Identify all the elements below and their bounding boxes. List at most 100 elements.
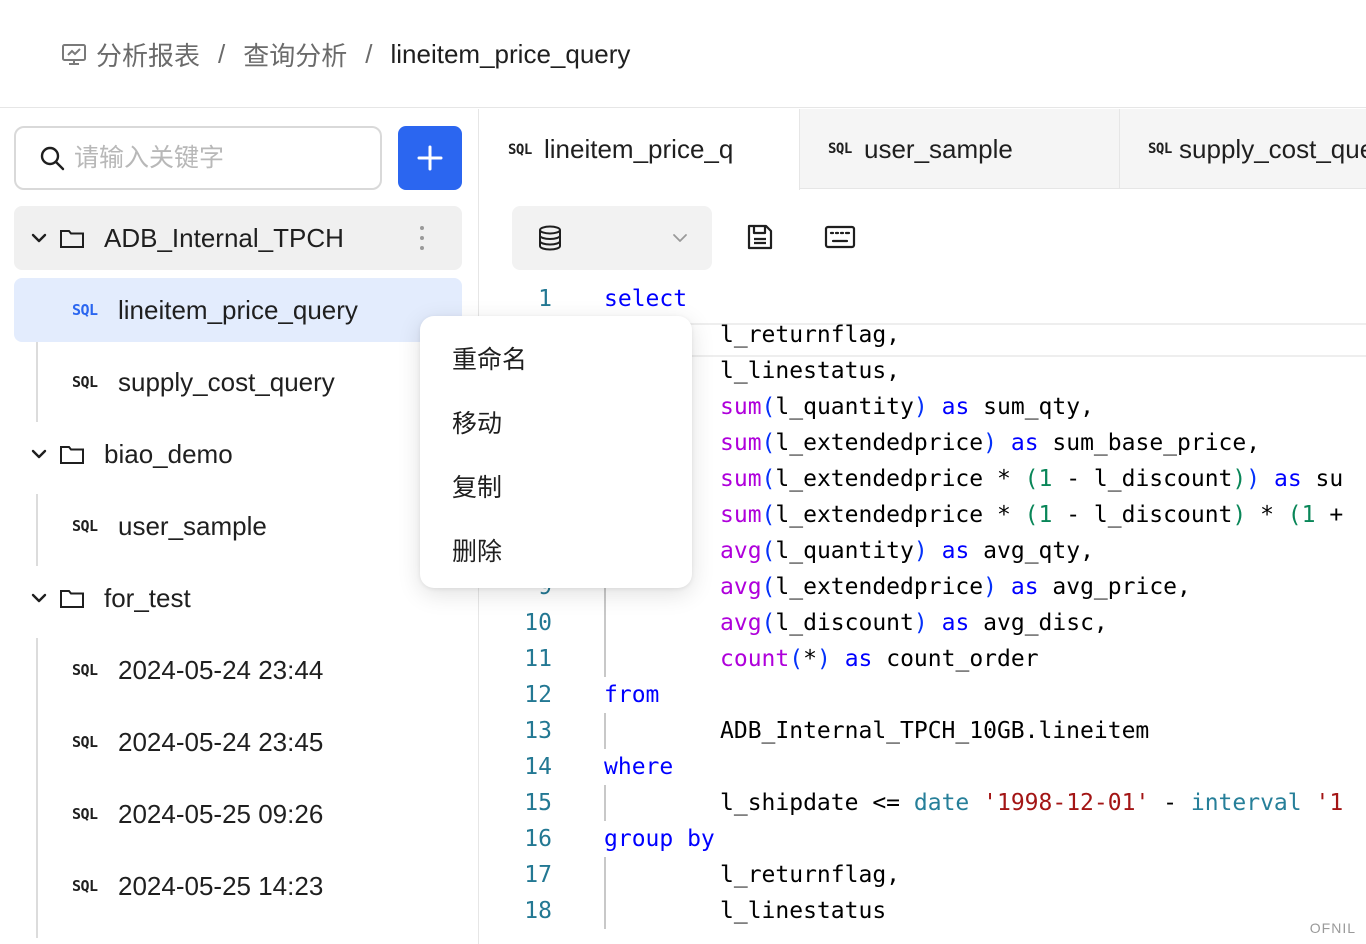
code-text: sum(l_quantity) as sum_qty, — [720, 394, 1094, 420]
sql-file-icon: SQL — [72, 805, 98, 823]
file-label: 2024-05-25 09:26 — [118, 798, 324, 829]
tab-supply-cost-query[interactable]: SQL supply_cost_query — [1120, 109, 1366, 189]
code-text: sum(l_extendedprice * (1 - l_discount)) … — [720, 466, 1344, 492]
folder-icon — [58, 440, 86, 468]
code-text: l_shipdate <= date '1998-12-01' - interv… — [720, 790, 1344, 816]
plus-icon — [416, 144, 444, 172]
code-text: l_linestatus — [720, 898, 887, 924]
file-label: supply_cost_query — [118, 366, 335, 397]
line-number: 14 — [524, 754, 552, 780]
save-icon[interactable] — [743, 220, 777, 254]
folder-icon — [58, 584, 86, 612]
tab-label: user_sample — [864, 133, 1013, 164]
file-item[interactable]: SQL 2024-05-25 14:23 — [14, 854, 462, 918]
editor-tabs: SQL lineitem_price_query SQL user_sample… — [480, 109, 1366, 190]
chevron-down-icon[interactable] — [28, 227, 50, 249]
line-number: 15 — [524, 790, 552, 816]
folder-biao-demo[interactable]: biao_demo — [14, 422, 462, 486]
sql-file-icon: SQL — [72, 373, 98, 391]
breadcrumb: 分析报表 / 查询分析 / lineitem_price_query — [60, 36, 630, 72]
sql-file-icon: SQL — [72, 301, 98, 319]
context-menu: 重命名 移动 复制 删除 — [420, 316, 692, 588]
file-item[interactable]: SQL 2024-05-25 09:26 — [14, 782, 462, 846]
folder-icon — [58, 224, 86, 252]
code-line: 10 avg(l_discount) as avg_disc, — [480, 605, 1366, 641]
file-label: lineitem_price_query — [118, 294, 358, 325]
code-text: l_returnflag, — [720, 862, 901, 888]
line-number: 12 — [524, 682, 552, 708]
search-input[interactable] — [74, 143, 364, 173]
menu-item-move[interactable]: 移动 — [420, 390, 692, 454]
folder-label: biao_demo — [104, 438, 233, 469]
line-number: 1 — [538, 286, 552, 312]
code-line: 14 where — [480, 749, 1366, 785]
search-icon — [38, 144, 66, 172]
code-line: 17 l_returnflag, — [480, 857, 1366, 893]
code-text: where — [604, 754, 674, 780]
page-header: 分析报表 / 查询分析 / lineitem_price_query — [0, 0, 1366, 108]
watermark: OFNIL — [1309, 920, 1356, 936]
file-label: user_sample — [118, 510, 267, 541]
menu-item-rename[interactable]: 重命名 — [420, 326, 692, 390]
add-button[interactable] — [398, 126, 462, 190]
code-line: 1 select — [480, 281, 1366, 317]
folder-label: ADB_Internal_TPCH — [104, 222, 344, 253]
folder-for-test[interactable]: for_test — [14, 566, 462, 630]
tab-user-sample[interactable]: SQL user_sample — [800, 109, 1120, 189]
report-icon — [60, 40, 88, 68]
code-text: select — [604, 286, 688, 312]
code-text: l_returnflag, — [720, 322, 901, 348]
code-text: ADB_Internal_TPCH_10GB.lineitem — [720, 718, 1150, 744]
file-item-supply-cost-query[interactable]: SQL supply_cost_query — [14, 350, 462, 414]
code-text: avg(l_discount) as avg_disc, — [720, 610, 1108, 636]
code-line: 15 l_shipdate <= date '1998-12-01' - int… — [480, 785, 1366, 821]
code-text: avg(l_extendedprice) as avg_price, — [720, 574, 1191, 600]
file-item[interactable]: SQL 2024-05-24 23:44 — [14, 638, 462, 702]
menu-item-delete[interactable]: 删除 — [420, 518, 692, 582]
file-label: 2024-05-24 23:45 — [118, 726, 324, 757]
line-number: 10 — [524, 610, 552, 636]
keyboard-icon[interactable] — [823, 220, 857, 254]
sql-file-icon: SQL — [72, 661, 98, 679]
code-text: count(*) as count_order — [720, 646, 1039, 672]
file-item[interactable]: SQL 2024-05-24 23:45 — [14, 710, 462, 774]
code-text: group by — [604, 826, 715, 852]
code-text: from — [604, 682, 660, 708]
file-label: 2024-05-25 14:23 — [118, 870, 324, 901]
chevron-down-icon[interactable] — [28, 587, 50, 609]
line-number: 17 — [524, 862, 552, 888]
line-number: 11 — [524, 646, 552, 672]
code-line: 13 ADB_Internal_TPCH_10GB.lineitem — [480, 713, 1366, 749]
chevron-down-icon — [670, 228, 690, 248]
sql-file-icon: SQL — [828, 141, 852, 157]
folder-label: for_test — [104, 582, 191, 613]
line-number: 18 — [524, 898, 552, 924]
breadcrumb-separator: / — [365, 38, 373, 69]
breadcrumb-section[interactable]: 查询分析 — [243, 36, 347, 73]
more-options-icon[interactable] — [410, 222, 434, 254]
database-select[interactable] — [512, 206, 712, 270]
line-number: 13 — [524, 718, 552, 744]
sql-file-icon: SQL — [1148, 141, 1172, 157]
search-box[interactable] — [14, 126, 382, 190]
code-line: 18 l_linestatus — [480, 893, 1366, 929]
file-item-user-sample[interactable]: SQL user_sample — [14, 494, 462, 558]
code-text: avg(l_quantity) as avg_qty, — [720, 538, 1094, 564]
breadcrumb-separator: / — [218, 38, 226, 69]
code-line: 16 group by — [480, 821, 1366, 857]
code-text: sum(l_extendedprice * (1 - l_discount) *… — [720, 502, 1344, 528]
tab-label: supply_cost_query — [1179, 133, 1366, 164]
folder-adb-internal-tpch[interactable]: ADB_Internal_TPCH — [14, 206, 462, 270]
sql-file-icon: SQL — [72, 517, 98, 535]
sql-file-icon: SQL — [508, 141, 532, 158]
breadcrumb-root[interactable]: 分析报表 — [96, 36, 200, 73]
line-number: 16 — [524, 826, 552, 852]
database-icon — [536, 224, 564, 252]
code-text: sum(l_extendedprice) as sum_base_price, — [720, 430, 1261, 456]
sidebar: ADB_Internal_TPCH SQL lineitem_price_que… — [0, 109, 479, 944]
menu-item-copy[interactable]: 复制 — [420, 454, 692, 518]
breadcrumb-current: lineitem_price_query — [390, 38, 631, 69]
file-item-lineitem-price-query[interactable]: SQL lineitem_price_query — [14, 278, 462, 342]
tab-lineitem-price-query[interactable]: SQL lineitem_price_query — [480, 109, 800, 190]
chevron-down-icon[interactable] — [28, 443, 50, 465]
